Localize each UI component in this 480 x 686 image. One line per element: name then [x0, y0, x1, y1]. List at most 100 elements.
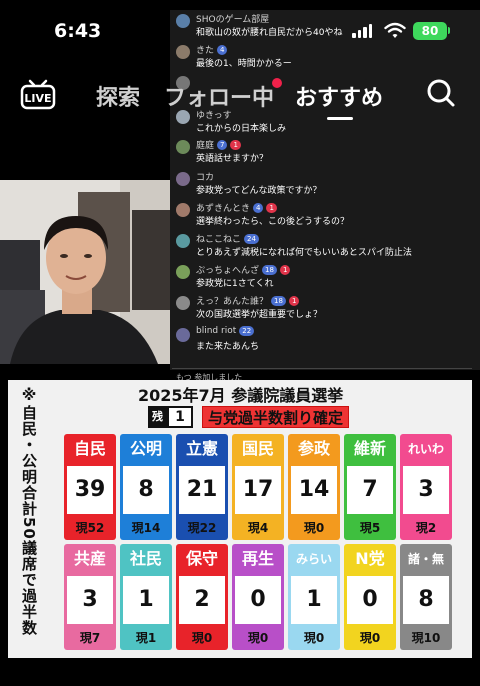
chat-message-text: 最後の1、時間かかるー [196, 59, 292, 69]
live-icon[interactable]: LIVE [18, 76, 58, 110]
party-card: 参政 14 現0 [288, 434, 340, 540]
chat-avatar[interactable] [176, 328, 190, 342]
chat-username[interactable]: ねここねこ 24 [196, 232, 259, 245]
party-name: 保守 [185, 549, 218, 568]
chat-message-text: 英語話せますか？ [196, 154, 269, 164]
chat-avatar[interactable] [176, 172, 190, 186]
party-name: N党 [355, 549, 385, 568]
chat-username[interactable]: コカ [196, 170, 214, 183]
chat-message: あずきんとき 4 1 選挙終わったら、この後どうするの？ [176, 201, 476, 229]
chat-avatar[interactable] [176, 203, 190, 217]
chat-username[interactable]: SHOのゲーム部屋 [196, 12, 269, 25]
active-tab-indicator [327, 117, 353, 120]
party-seat-count: 2 [179, 576, 225, 624]
party-current-seats: 現0 [191, 631, 213, 645]
chat-avatar[interactable] [176, 265, 190, 279]
chat-message-text: また来たあんち [196, 342, 260, 352]
chat-badge: 4 [217, 44, 228, 55]
chat-username-text: きた [196, 46, 215, 56]
status-time: 6:43 [54, 20, 102, 42]
streamer-video [0, 180, 170, 364]
party-current-seats: 現0 [359, 631, 381, 645]
live-label: LIVE [24, 92, 51, 105]
chat-message-text: とりあえず減税になれば何でもいいあとスパイ防止法 [196, 248, 412, 258]
election-board: ※自民・公明合計50議席で過半数 2025年7月 参議院議員選挙 残 1 与党過… [8, 380, 472, 658]
party-current-seats: 現22 [187, 521, 217, 535]
chat-username[interactable]: ぷっちょへんざ 18 1 [196, 263, 291, 276]
party-current-seats: 現4 [247, 521, 269, 535]
party-name: みらい [295, 552, 332, 566]
top-nav: LIVE 探索 フォロー中 おすすめ [0, 70, 480, 125]
chat-avatar[interactable] [176, 14, 190, 28]
board-title: 2025年7月 参議院議員選挙 [138, 386, 344, 405]
chat-message: きた 4 最後の1、時間かかるー [176, 43, 476, 71]
party-name: 共産 [73, 549, 106, 568]
chat-message: 庭庭 7 1 英語話せますか？ [176, 138, 476, 166]
party-name: 自民 [73, 439, 106, 458]
party-name: 国民 [241, 439, 274, 458]
party-name: れいわ [407, 442, 444, 456]
party-current-seats: 現1 [135, 631, 157, 645]
party-seat-count: 0 [235, 576, 281, 624]
chat-badge: 7 [217, 139, 228, 150]
party-current-seats: 現2 [415, 521, 437, 535]
party-card: N党 0 現0 [344, 544, 396, 650]
party-name: 維新 [353, 439, 386, 458]
remaining-count: 1 [167, 406, 193, 428]
party-card: れいわ 3 現2 [400, 434, 452, 540]
tab-for-you[interactable]: おすすめ [295, 80, 383, 112]
search-icon[interactable] [426, 78, 456, 108]
party-seat-count: 21 [179, 466, 225, 514]
wifi-icon [384, 22, 406, 38]
chat-username-text: コカ [196, 173, 215, 183]
chat-message: blind riot 22 また来たあんち [176, 326, 476, 354]
chat-message: ぷっちょへんざ 18 1 参政党に1さてくれ [176, 263, 476, 291]
party-name: 諸・無 [407, 552, 444, 566]
tab-explore[interactable]: 探索 [96, 80, 140, 112]
tab-following[interactable]: フォロー中 [164, 80, 274, 112]
chat-badge: 1 [230, 139, 241, 150]
party-current-seats: 現5 [359, 521, 381, 535]
chat-message-text: 参政党に1さてくれ [196, 279, 274, 289]
chat-username-text: ぷっちょへんざ [196, 266, 260, 276]
chat-username[interactable]: えっ？あんた誰？ 18 1 [196, 294, 300, 307]
party-card: 再生 0 現0 [232, 544, 284, 650]
party-current-seats: 現14 [131, 521, 161, 535]
chat-avatar[interactable] [176, 296, 190, 310]
party-current-seats: 現52 [75, 521, 105, 535]
party-current-seats: 現10 [411, 631, 441, 645]
party-seat-count: 8 [403, 576, 449, 624]
chat-message-text: 参政党ってどんな政策ですか？ [196, 186, 322, 196]
chat-username[interactable]: 庭庭 7 1 [196, 138, 241, 151]
chat-username[interactable]: きた 4 [196, 43, 228, 56]
chat-username[interactable]: あずきんとき 4 1 [196, 201, 277, 214]
party-seat-count: 1 [291, 576, 337, 624]
chat-message: えっ？あんた誰？ 18 1 次の国政選挙が超重要でしょ？ [176, 294, 476, 322]
chat-badge: 18 [262, 264, 277, 275]
party-card: 保守 2 現0 [176, 544, 228, 650]
chat-avatar[interactable] [176, 234, 190, 248]
party-seat-count: 3 [403, 466, 449, 514]
chat-avatar[interactable] [176, 140, 190, 154]
party-seat-count: 17 [235, 466, 281, 514]
party-seat-count: 0 [347, 576, 393, 624]
signal-icon [352, 24, 372, 38]
chat-username[interactable]: blind riot 22 [196, 326, 255, 336]
party-seat-count: 3 [67, 576, 113, 624]
party-seat-count: 39 [67, 466, 113, 514]
party-card: 社民 1 現1 [120, 544, 172, 650]
party-name: 立憲 [185, 439, 218, 458]
chat-avatar[interactable] [176, 45, 190, 59]
chat-message-text: 次の国政選挙が超重要でしょ？ [196, 310, 323, 320]
chat-username-text: SHOのゲーム部屋 [196, 15, 270, 25]
party-name: 参政 [297, 439, 330, 458]
party-name: 公明 [129, 439, 162, 458]
chat-badge: 1 [279, 264, 291, 275]
party-card: 維新 7 現5 [344, 434, 396, 540]
party-seat-count: 1 [123, 576, 169, 624]
chat-badge: 1 [266, 202, 277, 213]
chat-username-text: えっ？あんた誰？ [196, 297, 269, 307]
board-headline: 与党過半数割り確定 [202, 406, 350, 428]
chat-badge: 1 [288, 295, 300, 306]
party-seat-count: 14 [291, 466, 337, 514]
